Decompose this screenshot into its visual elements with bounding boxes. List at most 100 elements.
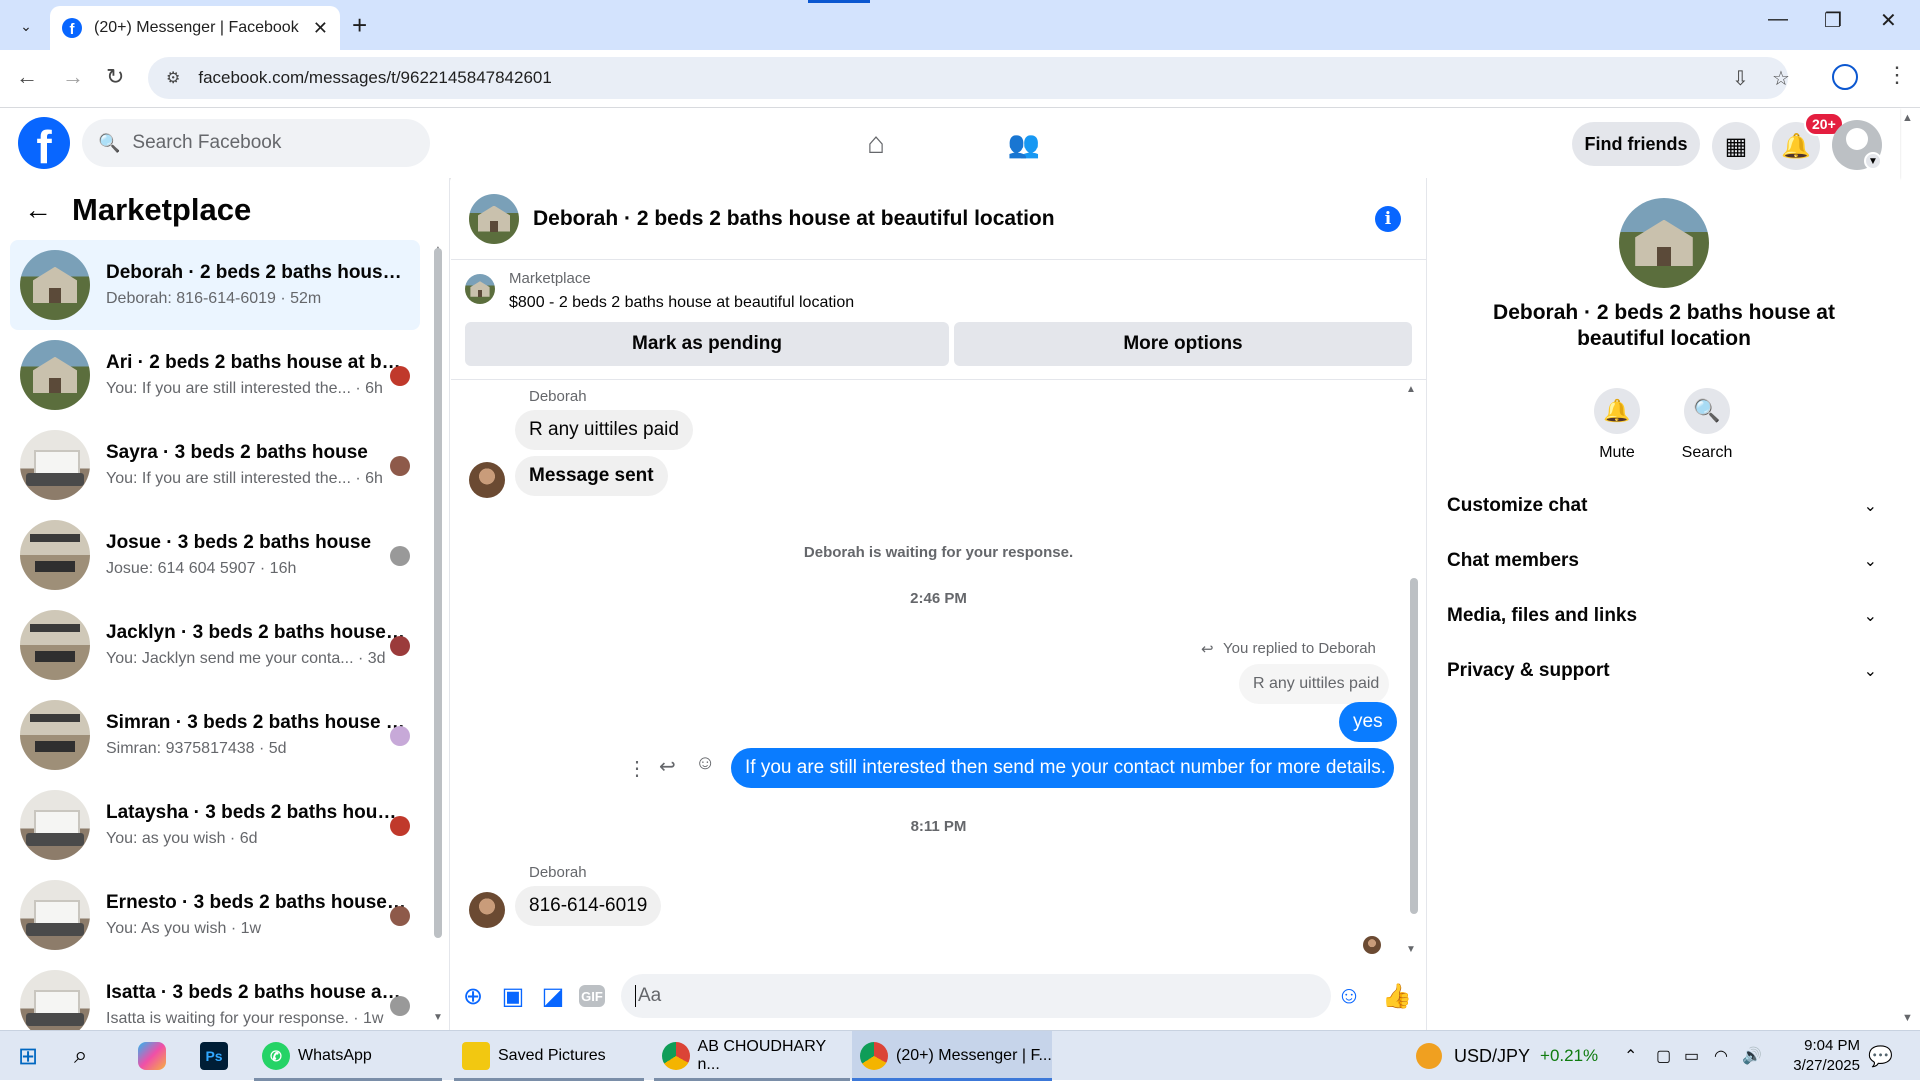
customize-chat-section[interactable]: Customize chat ⌄ [1447,486,1877,526]
conversation-item[interactable]: Ernesto · 3 beds 2 baths house for rent Y… [10,870,420,960]
battery-icon[interactable]: ▭ [1684,1031,1699,1081]
fx-widget[interactable]: USD/JPY +0.21% [1416,1031,1598,1081]
reply-icon[interactable]: ↩ [659,754,676,779]
taskbar-chrome-ab-choudhary[interactable]: AB CHOUDHARY n... [654,1031,850,1081]
browser-menu-icon[interactable]: ⋮ [1886,62,1908,88]
listing-title[interactable]: $800 - 2 beds 2 baths house at beautiful… [509,294,854,312]
read-receipt-avatar [390,366,410,386]
quoted-message[interactable]: R any uittiles paid [1239,664,1389,704]
search-icon[interactable]: ⌕ [74,1031,87,1081]
conversation-snippet: You: If you are still interested the... … [106,470,383,487]
react-smiley-icon[interactable]: ☺ [695,752,715,775]
conversation-thumbnail [20,610,90,680]
minimize-window-icon[interactable]: — [1768,8,1788,31]
wifi-icon[interactable]: ◠ [1714,1031,1728,1081]
reload-icon[interactable]: ↻ [106,64,124,90]
conversation-item[interactable]: Ari · 2 beds 2 baths house at beautiful … [10,330,420,420]
sidebar-scrollbar[interactable] [434,248,442,938]
mute-action[interactable]: 🔔 Mute [1577,388,1657,462]
install-app-icon[interactable]: ⇩ [1732,66,1749,91]
page-scroll-up-arrow-icon[interactable]: ▲ [1902,112,1913,124]
page-scroll-down-arrow-icon[interactable]: ▼ [1902,1012,1913,1024]
taskbar-saved-pictures[interactable]: Saved Pictures [454,1031,644,1081]
volume-icon[interactable]: 🔊 [1742,1031,1762,1081]
url-text[interactable]: facebook.com/messages/t/9622145847842601 [198,68,551,88]
attach-image-icon[interactable]: ▣ [499,982,527,1010]
conversation-item[interactable]: Josue · 3 beds 2 baths house Josue: 614 6… [10,510,420,600]
conversation-list: Deborah · 2 beds 2 baths house at beauti… [10,240,420,1030]
emoji-icon[interactable]: ☺ [1335,982,1363,1010]
bookmark-star-icon[interactable]: ☆ [1772,66,1790,91]
add-plus-icon[interactable]: ⊕ [459,982,487,1010]
back-arrow-icon[interactable]: ← [24,194,52,226]
back-arrow-icon[interactable]: ← [16,64,38,90]
incoming-message[interactable]: 816-614-6019 [515,886,662,926]
sticker-icon[interactable]: ◪ [539,982,567,1010]
more-actions-icon[interactable]: ⋮ [627,756,647,781]
facebook-logo-icon[interactable]: f [18,117,70,169]
menu-grid-icon[interactable]: ▦ [1712,122,1760,170]
find-friends-button[interactable]: Find friends [1572,122,1700,166]
notification-center-icon[interactable]: 💬 [1868,1031,1893,1081]
search-facebook-input[interactable]: 🔍 Search Facebook [82,119,430,167]
more-options-button[interactable]: More options [954,322,1412,366]
restore-window-icon[interactable]: ❐ [1824,8,1842,33]
outgoing-message[interactable]: If you are still interested then send me… [731,748,1394,788]
browser-profile-icon[interactable] [1832,64,1858,90]
search-action[interactable]: 🔍 Search [1667,388,1747,462]
copilot-icon[interactable] [138,1031,166,1081]
conversation-item[interactable]: Lataysha · 3 beds 2 baths house for rent… [10,780,420,870]
home-icon[interactable]: ⌂ [854,122,898,166]
tab-strip-indicator [808,0,870,3]
forward-arrow-icon[interactable]: → [62,64,84,90]
search-icon[interactable]: 🔍 [1684,388,1730,434]
bell-icon[interactable]: 🔔 [1594,388,1640,434]
close-window-icon[interactable]: ✕ [1880,8,1897,33]
friends-icon[interactable]: 👥 [1002,122,1046,166]
mark-as-pending-button[interactable]: Mark as pending [465,322,949,366]
conversation-item[interactable]: Simran · 3 beds 2 baths house at beautif… [10,690,420,780]
taskbar-whatsapp[interactable]: ✆ WhatsApp [254,1031,442,1081]
incoming-message[interactable]: R any uittiles paid [515,410,693,450]
new-tab-plus-icon[interactable]: + [352,10,367,41]
conversation-item[interactable]: Sayra · 3 beds 2 baths house You: If you … [10,420,420,510]
conversation-name: Deborah · 2 beds 2 baths house at beauti… [1493,301,1835,350]
privacy-support-section[interactable]: Privacy & support ⌄ [1447,651,1877,691]
photoshop-icon[interactable]: Ps [200,1031,228,1081]
outgoing-message[interactable]: yes [1339,702,1397,742]
conversation-info-icon[interactable]: i [1375,206,1401,232]
gif-icon[interactable]: GIF [579,985,605,1007]
windows-start-icon[interactable]: ⊞ [18,1031,38,1081]
account-chevron-down-icon[interactable]: ▼ [1864,152,1882,170]
scroll-up-arrow-icon[interactable]: ▲ [1406,384,1416,395]
thread-scrollbar[interactable] [1410,578,1418,914]
show-hidden-icons-chevron-icon[interactable]: ⌃ [1624,1031,1637,1081]
thumbs-up-icon[interactable]: 👍 [1382,982,1412,1010]
app-label: WhatsApp [298,1047,372,1064]
conversation-snippet: Isatta is waiting for your response. · 1… [106,1010,384,1027]
scroll-down-arrow-icon[interactable]: ▼ [433,1012,443,1023]
sender-avatar[interactable] [469,892,505,928]
listing-thumbnail[interactable] [465,274,495,304]
chat-members-section[interactable]: Chat members ⌄ [1447,541,1877,581]
site-info-icon[interactable]: ⚙ [166,68,180,88]
message-input[interactable]: Aa [621,974,1331,1018]
meet-now-icon[interactable]: ▢ [1656,1031,1671,1081]
browser-tab-messenger[interactable]: f (20+) Messenger | Facebook ✕ [50,6,340,50]
close-tab-icon[interactable]: ✕ [313,18,328,39]
incoming-message[interactable]: Message sent [515,456,668,496]
conversation-item[interactable]: Isatta · 3 beds 2 baths house at beautif… [10,960,420,1030]
scroll-down-arrow-icon[interactable]: ▼ [1406,944,1416,955]
chat-title[interactable]: Deborah · 2 beds 2 baths house at beauti… [533,207,1055,231]
conversation-item[interactable]: Deborah · 2 beds 2 baths house at beauti… [10,240,420,330]
address-bar[interactable]: ⚙ facebook.com/messages/t/96221458478426… [148,57,1790,99]
listing-avatar[interactable] [1619,198,1709,288]
system-clock[interactable]: 9:04 PM 3/27/2025 [1760,1036,1860,1076]
conversation-item[interactable]: Jacklyn · 3 beds 2 baths house for rent Y… [10,600,420,690]
taskbar-chrome-messenger[interactable]: (20+) Messenger | F... [852,1031,1052,1081]
chat-avatar[interactable] [469,193,519,244]
sender-avatar[interactable] [469,462,505,498]
chevron-down-icon: ⌄ [1863,608,1877,625]
tab-search-chevron-icon[interactable]: ⌄ [12,12,40,40]
media-files-links-section[interactable]: Media, files and links ⌄ [1447,596,1877,636]
